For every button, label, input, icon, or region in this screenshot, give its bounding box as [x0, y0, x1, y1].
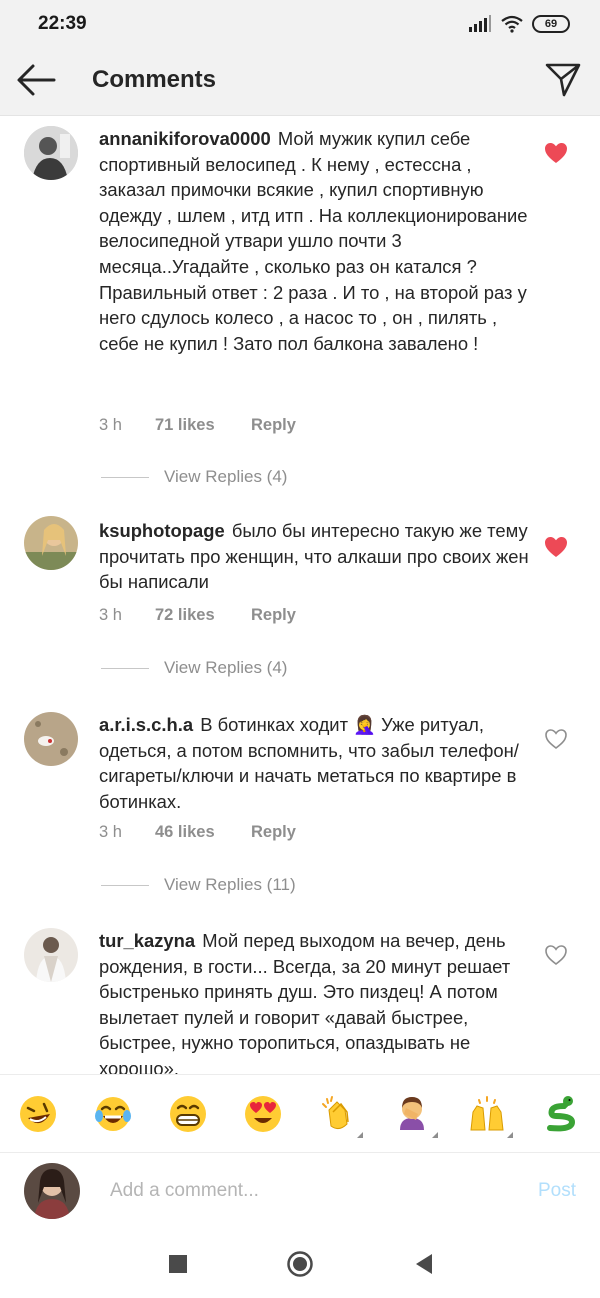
comment-time: 3 h: [99, 606, 122, 624]
avatar[interactable]: [24, 928, 78, 982]
tears-of-joy-emoji-icon: [94, 1096, 131, 1131]
comment-username[interactable]: tur_kazyna: [99, 930, 195, 951]
reply-button[interactable]: Reply: [251, 823, 296, 842]
heart-filled-icon[interactable]: [544, 536, 568, 558]
reply-button[interactable]: Reply: [251, 416, 296, 435]
home-button[interactable]: [286, 1250, 314, 1278]
comment-username[interactable]: ksuphotopage: [99, 520, 225, 541]
recent-apps-button[interactable]: [164, 1250, 192, 1278]
emoji-grin-button[interactable]: [166, 1092, 210, 1136]
emoji-variant-indicator: [507, 1131, 514, 1138]
emoji-facepalm-button[interactable]: [390, 1092, 439, 1138]
comment-username[interactable]: annanikiforova0000: [99, 128, 271, 149]
rofl-emoji-icon: [20, 1095, 56, 1132]
comment-content: Мой мужик купил себе спортивный велосипе…: [99, 128, 528, 354]
heart-outline-icon[interactable]: [544, 728, 568, 750]
facepalm-emoji-icon: [400, 1096, 425, 1130]
comment-text: a.r.i.s.c.h.a В ботинках ходит 🤦‍♀️ Уже …: [99, 712, 539, 814]
system-nav-bar: [0, 1230, 600, 1298]
comment-text: tur_kazyna Мой перед выходом на вечер, д…: [99, 928, 539, 1074]
comment-time: 3 h: [99, 416, 122, 434]
comment-likes[interactable]: 46 likes: [155, 823, 251, 842]
snake-emoji-icon: [546, 1095, 575, 1131]
comment-likes[interactable]: 72 likes: [155, 606, 251, 625]
comment-content: Мой перед выходом на вечер, день рождени…: [99, 930, 511, 1074]
view-replies-button[interactable]: View Replies (4): [101, 466, 287, 488]
signal-icon: [469, 15, 491, 32]
comment-likes[interactable]: 71 likes: [155, 416, 251, 435]
comments-header: Comments: [0, 46, 600, 116]
comment-meta: 3 h 72 likes Reply: [99, 606, 296, 625]
wifi-icon: [501, 15, 523, 33]
grin-emoji-icon: [169, 1095, 206, 1132]
view-replies-label: View Replies (4): [164, 467, 288, 486]
comment-meta: 3 h 71 likes Reply: [99, 416, 296, 435]
comment-time: 3 h: [99, 823, 122, 841]
view-replies-button[interactable]: View Replies (11): [101, 874, 296, 896]
comment-input[interactable]: [100, 1173, 500, 1209]
emoji-tears-of-joy-button[interactable]: [91, 1092, 135, 1136]
emoji-raised-hands-button[interactable]: [465, 1092, 514, 1138]
emoji-variant-indicator: [357, 1131, 364, 1138]
back-arrow-icon[interactable]: [16, 62, 56, 98]
page-title: Comments: [92, 66, 217, 93]
back-triangle-icon: [416, 1254, 432, 1274]
comment-text: annanikiforova0000 Мой мужик купил себе …: [99, 126, 539, 356]
paper-plane-icon[interactable]: [544, 60, 582, 98]
post-button[interactable]: Post: [538, 1180, 576, 1202]
divider: [101, 884, 149, 886]
raised-hands-emoji-icon: [470, 1095, 504, 1130]
status-bar: 22:39 69: [0, 0, 600, 46]
avatar[interactable]: [24, 126, 78, 180]
status-icons: 69: [468, 13, 570, 35]
emoji-bar: [0, 1074, 600, 1152]
comment-composer: Post: [0, 1152, 600, 1230]
avatar[interactable]: [24, 516, 78, 570]
comment-meta: 3 h 46 likes Reply: [99, 823, 296, 842]
view-replies-label: View Replies (4): [164, 658, 288, 677]
square-icon: [169, 1255, 187, 1273]
divider: [101, 667, 149, 669]
avatar[interactable]: [24, 712, 78, 766]
battery-level: 69: [544, 18, 558, 30]
comment-text: ksuphotopage было бы интересно такую же …: [99, 518, 539, 595]
battery-icon: 69: [532, 15, 570, 33]
current-user-avatar: [24, 1163, 80, 1219]
reply-button[interactable]: Reply: [251, 606, 296, 625]
clapping-hands-emoji-icon: [322, 1095, 350, 1129]
status-time: 22:39: [38, 13, 87, 34]
emoji-clap-button[interactable]: [315, 1092, 364, 1138]
divider: [101, 476, 149, 478]
comments-list[interactable]: annanikiforova0000 Мой мужик купил себе …: [0, 116, 600, 1074]
comment-username[interactable]: a.r.i.s.c.h.a: [99, 714, 193, 735]
view-replies-button[interactable]: View Replies (4): [101, 657, 287, 679]
home-circle-icon: [287, 1251, 313, 1277]
view-replies-label: View Replies (11): [164, 875, 296, 894]
emoji-rofl-button[interactable]: [16, 1092, 60, 1136]
emoji-heart-eyes-button[interactable]: [241, 1092, 285, 1136]
heart-filled-icon[interactable]: [544, 142, 568, 164]
heart-eyes-emoji-icon: [244, 1095, 281, 1132]
emoji-variant-indicator: [432, 1131, 439, 1138]
emoji-snake-button[interactable]: [540, 1092, 584, 1136]
heart-outline-icon[interactable]: [544, 944, 568, 966]
back-button[interactable]: [410, 1250, 438, 1278]
